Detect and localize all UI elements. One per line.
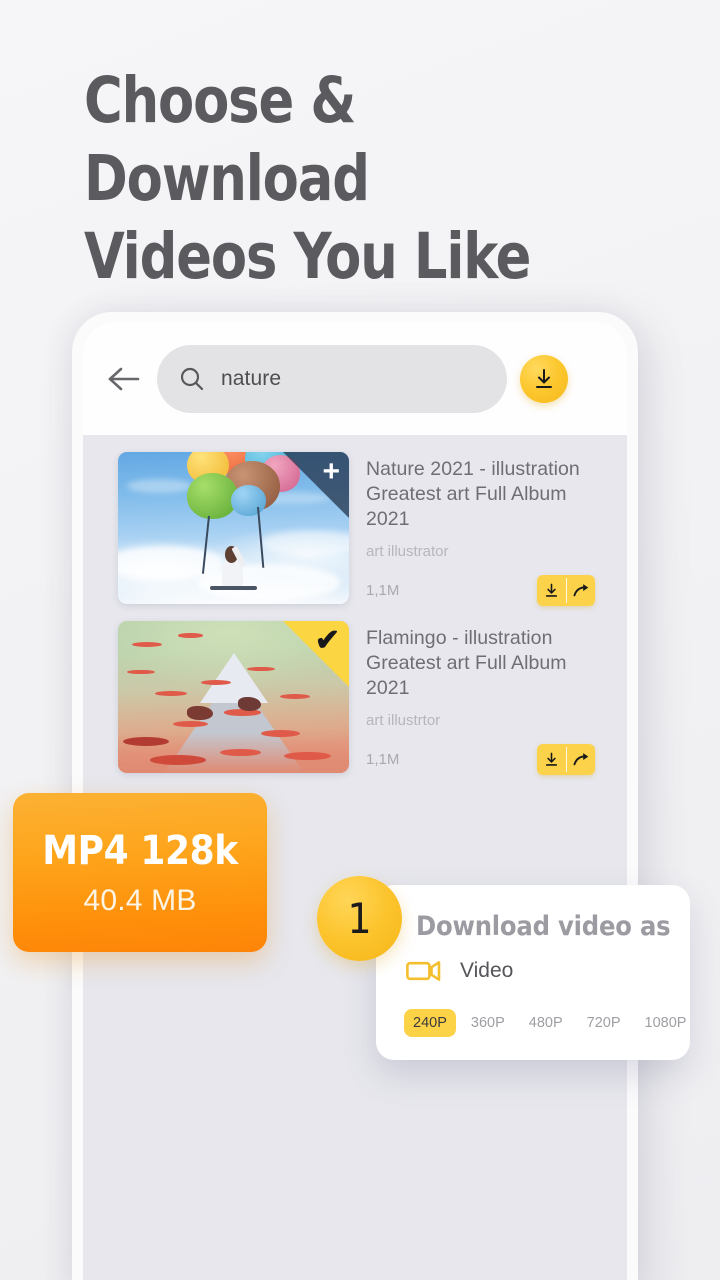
item-action-group: [537, 744, 595, 775]
video-author: art illustrtor: [366, 712, 441, 729]
check-icon: ✔: [314, 624, 340, 657]
quality-chip-1080p[interactable]: 1080P: [636, 1009, 696, 1037]
video-title: Flamingo - illustration Greatest art Ful…: [366, 627, 567, 699]
video-camera-icon: [406, 961, 441, 981]
quality-chip-360p[interactable]: 360P: [462, 1009, 514, 1037]
quality-chip-720p[interactable]: 720P: [578, 1009, 630, 1037]
video-thumbnail[interactable]: ✔: [118, 621, 349, 773]
item-action-group: [537, 575, 595, 606]
video-results-list: + Nature 2021 - illustration Greatest ar…: [83, 435, 627, 775]
promo-screen: Choose & Download Videos You Like nature…: [0, 0, 720, 1280]
video-meta: Nature 2021 - illustration Greatest art …: [366, 452, 611, 606]
dialog-row-label: Video: [460, 959, 514, 982]
plus-icon: +: [322, 455, 340, 488]
quality-chip-480p[interactable]: 480P: [520, 1009, 572, 1037]
arrow-left-icon: [108, 367, 140, 390]
video-meta: Flamingo - illustration Greatest art Ful…: [366, 621, 611, 775]
page-title: Choose & Download Videos You Like: [84, 64, 531, 293]
list-item[interactable]: + Nature 2021 - illustration Greatest ar…: [83, 435, 627, 606]
share-icon: [573, 752, 588, 765]
item-download-button[interactable]: [537, 744, 566, 775]
divider: [566, 578, 567, 603]
share-icon: [573, 583, 588, 596]
list-item[interactable]: ✔ Flamingo - illustration Greatest art F…: [83, 604, 627, 775]
dialog-title: Download video as: [416, 911, 671, 942]
search-input[interactable]: nature: [157, 344, 507, 413]
back-button[interactable]: [97, 352, 151, 406]
video-title: Nature 2021 - illustration Greatest art …: [366, 458, 580, 530]
download-dialog: Download video as Video 240P 360P 480P 7…: [376, 885, 690, 1060]
video-thumbnail[interactable]: +: [118, 452, 349, 604]
download-icon: [536, 368, 552, 388]
search-icon: [179, 366, 205, 392]
topbar-download-button[interactable]: [520, 354, 568, 403]
step-badge: 1: [317, 876, 402, 961]
item-share-button[interactable]: [566, 575, 595, 606]
dialog-video-row[interactable]: Video: [406, 959, 513, 983]
divider: [566, 747, 567, 772]
search-value: nature: [221, 366, 282, 390]
download-icon: [545, 752, 558, 766]
format-title: MP4 128k: [42, 827, 238, 874]
quality-options: 240P 360P 480P 720P 1080P: [404, 1009, 701, 1037]
format-size: 40.4 MB: [83, 883, 197, 917]
video-author: art illustrator: [366, 543, 449, 560]
mountain-snow: [199, 653, 268, 704]
quality-chip-240p[interactable]: 240P: [404, 1009, 456, 1037]
format-card[interactable]: MP4 128k 40.4 MB: [13, 793, 267, 952]
app-topbar: nature: [83, 322, 627, 435]
item-download-button[interactable]: [537, 575, 566, 606]
step-number: 1: [347, 894, 372, 943]
download-icon: [545, 583, 558, 597]
item-share-button[interactable]: [566, 744, 595, 775]
